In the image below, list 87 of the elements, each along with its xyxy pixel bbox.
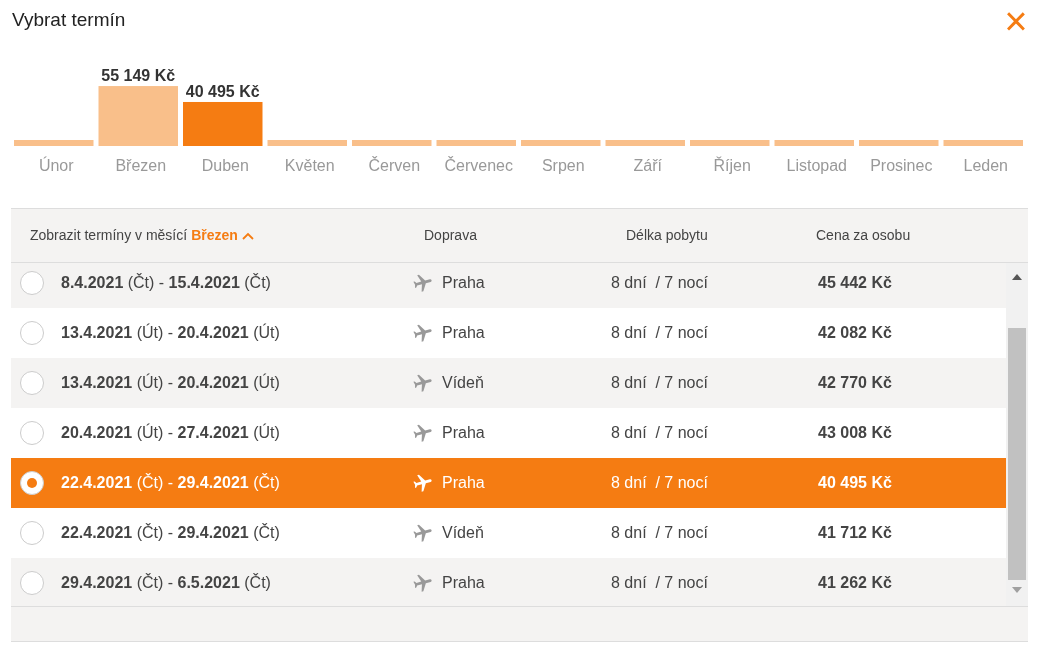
column-header: Doprava [424,226,477,245]
dialog-title: Vybrat termín [12,8,126,32]
month-label[interactable]: Květen [267,154,352,178]
airplane-icon [412,474,434,492]
radio-button[interactable] [20,471,44,495]
price: 41 712 Kč [818,524,892,541]
radio-button[interactable] [20,421,44,445]
month-label[interactable]: Listopad [774,154,859,178]
scrollbar-thumb[interactable] [1008,328,1026,580]
price: 40 495 Kč [818,474,892,491]
month-label[interactable]: Leden [943,154,1028,178]
date-range: 29.4.2021 (Čt) - 6.5.2021 (Čt) [61,572,271,593]
date-row[interactable]: 20.4.2021 (Út) - 27.4.2021 (Út) Praha 8 dní / 7 nocí 43 008 Kč [11,408,1006,458]
date-row[interactable]: 29.4.2021 (Čt) - 6.5.2021 (Čt) Praha 8 dní / 7 nocí 41 262 Kč [11,558,1006,606]
month-bar[interactable] [98,86,178,146]
month-bar[interactable] [436,140,516,146]
date-row[interactable]: 13.4.2021 (Út) - 20.4.2021 (Út) Vídeň 8 dní / 7 nocí 42 770 Kč [11,358,1006,408]
month-bar[interactable] [859,140,939,146]
month-bar[interactable] [183,102,263,146]
date-row[interactable]: 22.4.2021 (Čt) - 29.4.2021 (Čt) Praha 8 dní / 7 nocí 40 495 Kč [11,458,1006,508]
month-label[interactable]: Červen [352,154,437,178]
date-row[interactable]: 8.4.2021 (Čt) - 15.4.2021 (Čt) Praha 8 dní / 7 nocí 45 442 Kč [11,263,1006,308]
month-bar[interactable] [605,140,685,146]
month-bar[interactable] [690,140,770,146]
month-bar[interactable] [352,140,432,146]
radio-button[interactable] [20,321,44,345]
scroll-up-icon[interactable] [1012,274,1022,280]
stay-duration: 8 dní / 7 nocí [611,274,708,291]
radio-button[interactable] [20,371,44,395]
stay-duration: 8 dní / 7 nocí [611,324,708,341]
month-label[interactable]: Prosinec [859,154,944,178]
month-label[interactable]: Červenec [436,154,521,178]
month-bar[interactable] [14,140,94,146]
month-label[interactable]: Únor [14,154,99,178]
price: 45 442 Kč [818,274,892,291]
airplane-icon [412,324,434,342]
transport-city: Praha [442,573,485,593]
month-bar[interactable] [521,140,601,146]
stay-duration: 8 dní / 7 nocí [611,424,708,441]
date-range: 22.4.2021 (Čt) - 29.4.2021 (Čt) [61,472,280,493]
month-label[interactable]: Říjen [690,154,775,178]
scroll-down-icon[interactable] [1012,587,1022,593]
month-label[interactable]: Duben [183,154,268,178]
bar-price-label: 40 495 Kč [185,83,260,100]
transport-city: Praha [442,273,485,293]
column-header: Délka pobytu [626,226,708,245]
close-button[interactable]: × [1002,6,1030,36]
airplane-icon [412,374,434,392]
date-range: 8.4.2021 (Čt) - 15.4.2021 (Čt) [61,272,271,293]
month-bar[interactable] [943,140,1023,146]
scrollbar[interactable] [1006,263,1028,606]
transport-city: Praha [442,473,485,493]
airplane-icon [412,424,434,442]
stay-duration: 8 dní / 7 nocí [611,374,708,391]
transport-city: Praha [442,323,485,343]
transport-city: Vídeň [442,373,484,393]
month-bar[interactable] [267,140,347,146]
date-row[interactable]: 13.4.2021 (Út) - 20.4.2021 (Út) Praha 8 dní / 7 nocí 42 082 Kč [11,308,1006,358]
radio-button[interactable] [20,571,44,595]
radio-button[interactable] [20,521,44,545]
airplane-icon [412,574,434,592]
stay-duration: 8 dní / 7 nocí [611,574,708,591]
month-bar[interactable] [774,140,854,146]
month-filter-label: Zobrazit termíny v měsící [30,226,188,245]
month-label[interactable]: Březen [98,154,183,178]
stay-duration: 8 dní / 7 nocí [611,524,708,541]
bar-price-label: 55 149 Kč [101,67,176,85]
date-range: 22.4.2021 (Čt) - 29.4.2021 (Čt) [61,522,280,543]
airplane-icon [412,274,434,292]
price: 42 082 Kč [818,324,892,341]
chevron-up-icon[interactable] [241,231,254,240]
month-dropdown[interactable]: Březen [191,225,238,246]
transport-city: Vídeň [442,523,484,543]
date-range: 20.4.2021 (Út) - 27.4.2021 (Út) [61,422,280,443]
price: 41 262 Kč [818,574,892,591]
transport-city: Praha [442,423,485,443]
column-header: Cena za osobu [816,226,911,245]
price: 42 770 Kč [818,374,892,391]
month-label[interactable]: Září [605,154,690,178]
airplane-icon [412,524,434,542]
radio-button[interactable] [20,271,44,295]
date-row[interactable]: 22.4.2021 (Čt) - 29.4.2021 (Čt) Vídeň 8 dní / 7 nocí 41 712 Kč [11,508,1006,558]
price: 43 008 Kč [818,424,892,441]
stay-duration: 8 dní / 7 nocí [611,474,708,491]
date-range: 13.4.2021 (Út) - 20.4.2021 (Út) [61,322,280,343]
date-range: 13.4.2021 (Út) - 20.4.2021 (Út) [61,372,280,393]
month-label[interactable]: Srpen [521,154,606,178]
